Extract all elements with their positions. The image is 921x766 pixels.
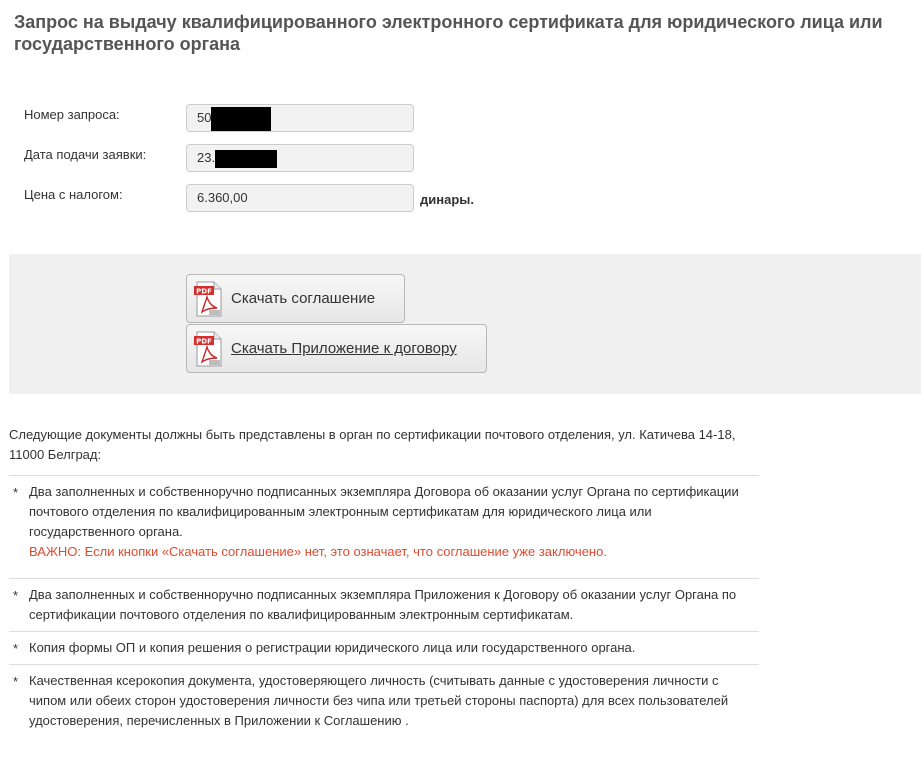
pdf-document-icon: PDF: [194, 331, 222, 366]
list-item: * Два заполненных и собственноручно подп…: [9, 475, 759, 578]
redaction-block: [211, 106, 272, 131]
document-item-text: Два заполненных и собственноручно подпис…: [29, 484, 739, 539]
request-number-field[interactable]: 50: [186, 104, 414, 132]
price-label: Цена с налогом:: [24, 187, 123, 202]
warning-text: ВАЖНО: Если кнопки «Скачать соглашение» …: [29, 544, 607, 559]
submission-date-value: 23.: [197, 150, 216, 165]
request-number-label: Номер запроса:: [24, 107, 120, 122]
download-agreement-label: Скачать соглашение: [231, 290, 376, 307]
request-number-value: 50: [197, 110, 212, 125]
price-field[interactable]: 6.360,00: [186, 184, 414, 212]
download-appendix-button[interactable]: PDF Скачать Приложение к договору: [186, 324, 487, 373]
currency-label: динары.: [420, 192, 474, 207]
pdf-document-icon: PDF: [194, 281, 222, 316]
document-item-text: Качественная ксерокопия документа, удост…: [29, 673, 729, 728]
list-item: * Копия формы ОП и копия решения о регис…: [9, 631, 759, 664]
page-title: Запрос на выдачу квалифицированного элек…: [14, 12, 883, 54]
download-agreement-button[interactable]: PDF Скачать соглашение: [186, 274, 405, 323]
svg-text:PDF: PDF: [196, 337, 212, 345]
redaction-block: [215, 149, 278, 168]
document-item-text: Два заполненных и собственноручно подпис…: [29, 587, 737, 622]
submission-date-label: Дата подачи заявки:: [24, 147, 147, 162]
documents-intro: Следующие документы должны быть представ…: [9, 427, 736, 462]
bullet-marker: *: [13, 588, 19, 603]
list-item: * Два заполненных и собственноручно подп…: [9, 578, 759, 631]
list-item: * Качественная ксерокопия документа, удо…: [9, 664, 759, 737]
svg-text:PDF: PDF: [196, 287, 212, 295]
bullet-marker: *: [13, 674, 19, 689]
documents-list: * Два заполненных и собственноручно подп…: [9, 475, 759, 737]
bullet-marker: *: [13, 641, 19, 656]
download-appendix-label: Скачать Приложение к договору: [231, 340, 457, 357]
bullet-marker: *: [13, 485, 19, 500]
submission-date-field[interactable]: 23.: [186, 144, 414, 172]
document-item-text: Копия формы ОП и копия решения о регистр…: [29, 640, 636, 655]
price-value: 6.360,00: [197, 190, 248, 205]
